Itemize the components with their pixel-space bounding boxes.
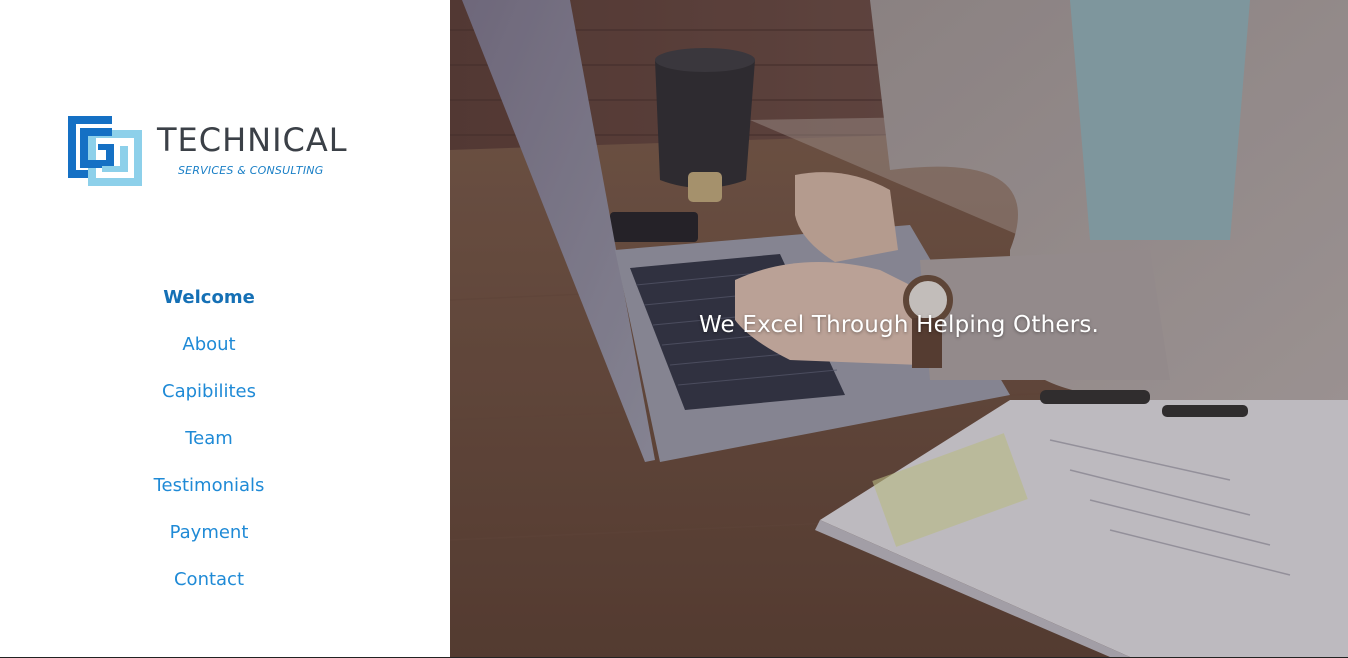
nav-link-welcome[interactable]: Welcome bbox=[163, 280, 255, 316]
hero-section: We Excel Through Helping Others. bbox=[450, 0, 1348, 657]
interlocking-squares-logo-icon bbox=[68, 116, 142, 186]
nav-item-payment: Payment bbox=[0, 515, 418, 562]
nav-link-capabilities[interactable]: Capibilites bbox=[162, 374, 256, 410]
nav-link-team[interactable]: Team bbox=[185, 421, 233, 457]
nav-item-contact: Contact bbox=[0, 562, 418, 609]
nav-link-payment[interactable]: Payment bbox=[170, 515, 249, 551]
main-nav: Welcome About Capibilites Team Testimoni… bbox=[0, 280, 418, 609]
sidebar: TECHNICAL SERVICES & CONSULTING Welcome … bbox=[0, 0, 450, 657]
nav-item-welcome: Welcome bbox=[0, 280, 418, 327]
nav-item-about: About bbox=[0, 327, 418, 374]
nav-item-testimonials: Testimonials bbox=[0, 468, 418, 515]
nav-link-about[interactable]: About bbox=[182, 327, 235, 363]
hero-tagline: We Excel Through Helping Others. bbox=[698, 312, 1100, 338]
nav-item-capabilities: Capibilites bbox=[0, 374, 418, 421]
brand-name: TECHNICAL bbox=[157, 121, 348, 159]
nav-item-team: Team bbox=[0, 421, 418, 468]
nav-link-testimonials[interactable]: Testimonials bbox=[154, 468, 265, 504]
brand-tagline: SERVICES & CONSULTING bbox=[178, 164, 324, 177]
page: TECHNICAL SERVICES & CONSULTING Welcome … bbox=[0, 0, 1348, 658]
nav-link-contact[interactable]: Contact bbox=[174, 562, 244, 598]
brand-logo[interactable]: TECHNICAL SERVICES & CONSULTING bbox=[68, 116, 358, 188]
